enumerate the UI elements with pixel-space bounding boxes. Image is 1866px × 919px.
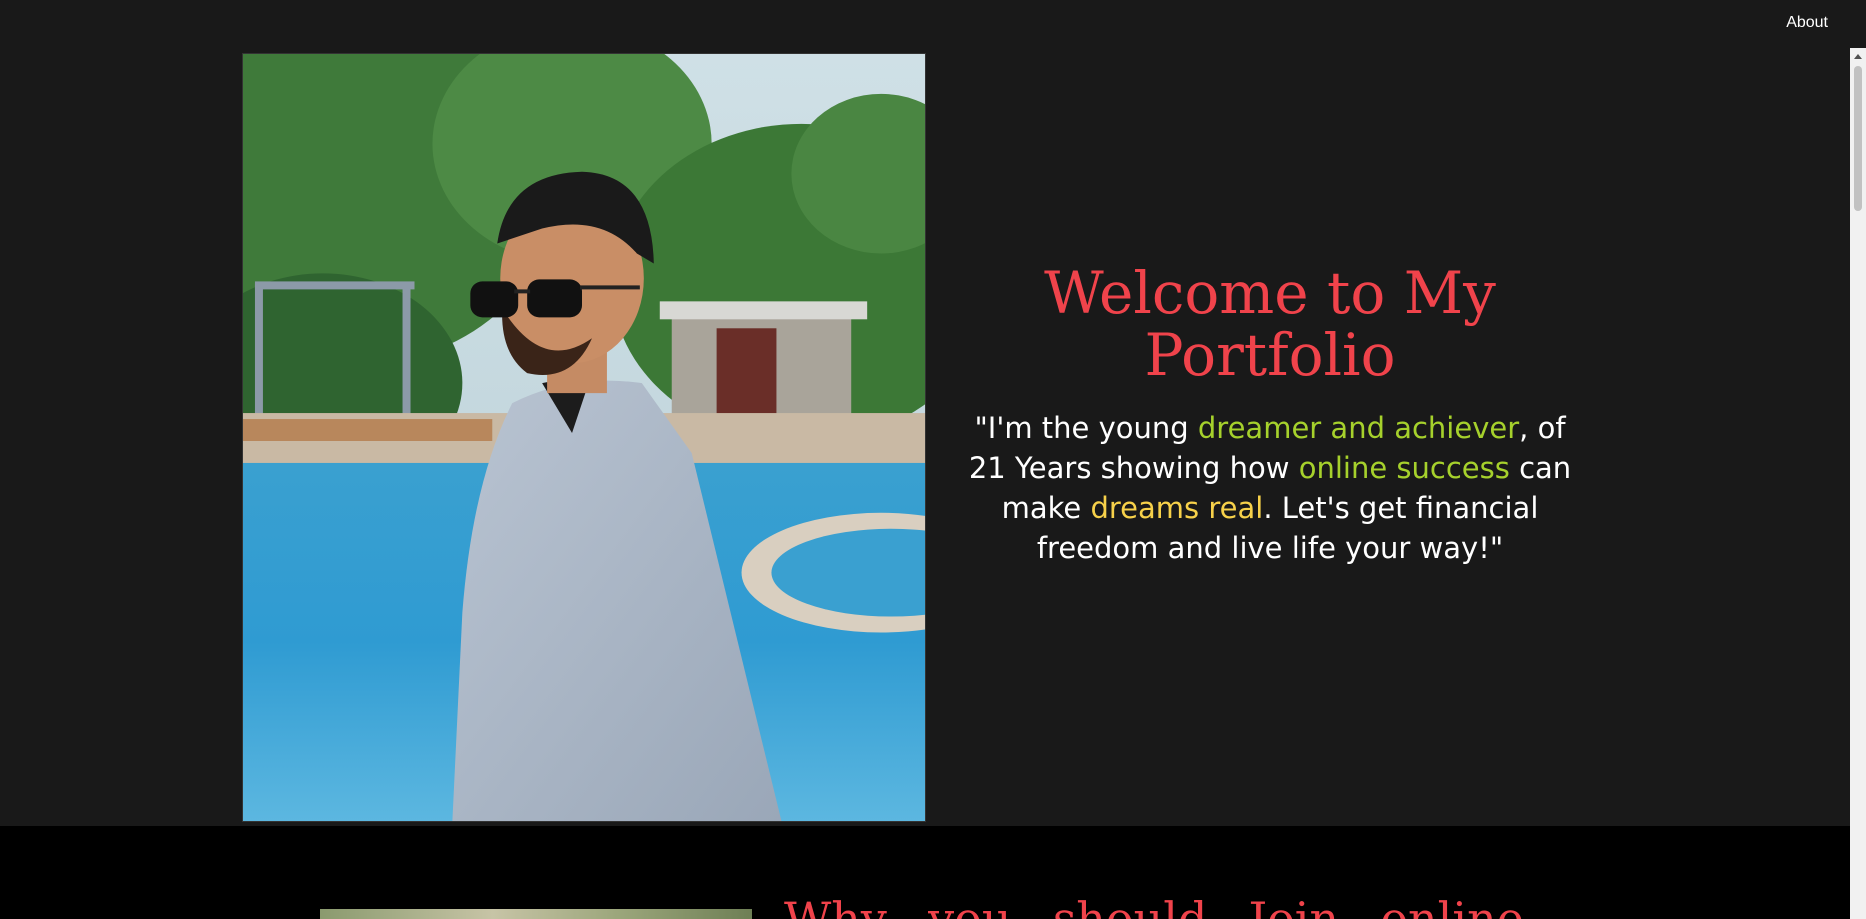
- section-title-word: Why: [784, 892, 887, 919]
- section-title-word: Join: [1248, 892, 1340, 919]
- quote-highlight-dreams-real: dreams real: [1090, 491, 1264, 525]
- nav-about-link[interactable]: About: [1786, 14, 1828, 32]
- section-photo: [320, 909, 752, 919]
- hero-title: Welcome to My Portfolio: [1044, 259, 1496, 389]
- top-nav: About: [0, 0, 1850, 48]
- section-title-word: you: [928, 892, 1012, 919]
- quote-highlight-dreamer: dreamer and achiever: [1197, 411, 1520, 445]
- why-join-section: Why you should Join online: [0, 826, 1850, 919]
- portrait-image: [243, 54, 925, 821]
- portrait-photo: [242, 53, 926, 822]
- quote-part-1: "I'm the young: [974, 411, 1198, 445]
- quote-highlight-online-success: online success: [1298, 451, 1510, 485]
- scrollbar-thumb[interactable]: [1854, 66, 1862, 211]
- hero-text-block: Welcome to My Portfolio "I'm the young d…: [960, 262, 1580, 568]
- section-title-word: online: [1380, 892, 1524, 919]
- hero-quote: "I'm the young dreamer and achiever, of …: [960, 408, 1580, 568]
- scroll-up-arrow-icon[interactable]: [1850, 48, 1866, 64]
- hero-section: Welcome to My Portfolio "I'm the young d…: [0, 0, 1850, 826]
- section-title: Why you should Join online: [784, 892, 1524, 919]
- section-title-word: should: [1052, 892, 1208, 919]
